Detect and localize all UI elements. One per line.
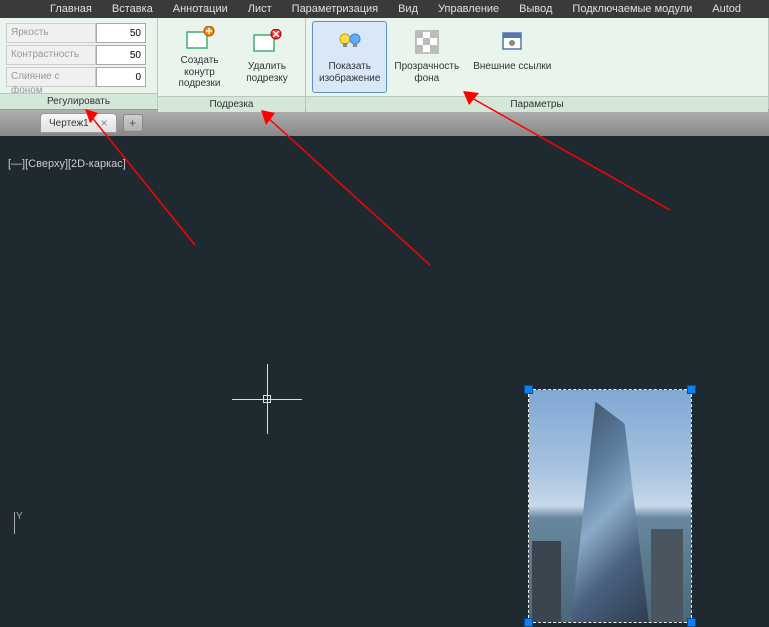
external-refs-label: Внешние ссылки [473, 61, 551, 73]
fade-label: Слияние с фоном [6, 67, 96, 87]
menu-home[interactable]: Главная [40, 1, 102, 17]
remove-clip-button[interactable]: Удалитьподрезку [235, 21, 299, 93]
create-clip-icon [184, 26, 216, 52]
menu-annotations[interactable]: Аннотации [163, 1, 238, 17]
ribbon-group-adjust: Яркость Контрастность Слияние с фоном Ре… [0, 18, 158, 109]
ribbon-group-clip: Создать конутрподрезки Удалитьподрезку П… [158, 18, 306, 109]
view-mode-label[interactable]: [—][Сверху][2D-каркас] [8, 158, 126, 170]
ribbon-group-params-label: Параметры [306, 96, 768, 112]
create-clip-button[interactable]: Создать конутрподрезки [164, 21, 235, 93]
show-image-label: Показатьизображение [319, 61, 380, 84]
image-content [529, 390, 691, 622]
checker-icon [411, 26, 443, 58]
external-refs-button[interactable]: Внешние ссылки [466, 21, 558, 93]
remove-clip-label: Удалитьподрезку [246, 61, 288, 84]
contrast-label: Контрастность [6, 45, 96, 65]
external-refs-icon [496, 26, 528, 58]
remove-clip-icon [251, 26, 283, 58]
grip-top-left[interactable] [524, 385, 533, 394]
menu-sheet[interactable]: Лист [238, 1, 282, 17]
menu-insert[interactable]: Вставка [102, 1, 163, 17]
bg-transparency-button[interactable]: Прозрачностьфона [387, 21, 466, 93]
ribbon: Яркость Контрастность Слияние с фоном Ре… [0, 18, 769, 110]
document-tab-bar: Чертеж1* × + [0, 110, 769, 136]
fade-input[interactable] [96, 67, 146, 87]
menu-view[interactable]: Вид [388, 1, 428, 17]
menu-bar: Главная Вставка Аннотации Лист Параметри… [0, 0, 769, 18]
contrast-input[interactable] [96, 45, 146, 65]
show-image-button[interactable]: Показатьизображение [312, 21, 387, 93]
grip-top-right[interactable] [687, 385, 696, 394]
menu-output[interactable]: Вывод [509, 1, 562, 17]
ribbon-group-adjust-label: Регулировать [0, 93, 157, 109]
menu-parametrize[interactable]: Параметризация [282, 1, 388, 17]
menu-manage[interactable]: Управление [428, 1, 509, 17]
menu-autod[interactable]: Autod [702, 1, 751, 17]
inserted-image[interactable] [528, 389, 692, 623]
create-clip-label: Создать конутрподрезки [171, 55, 228, 90]
menu-plugins[interactable]: Подключаемые модули [562, 1, 702, 17]
brightness-input[interactable] [96, 23, 146, 43]
bg-transparency-label: Прозрачностьфона [394, 61, 459, 84]
grip-bottom-right[interactable] [687, 618, 696, 627]
new-tab-button[interactable]: + [123, 114, 143, 132]
grip-bottom-left[interactable] [524, 618, 533, 627]
drawing-canvas[interactable]: [—][Сверху][2D-каркас] Y [0, 136, 769, 540]
document-tab-label: Чертеж1* [49, 118, 93, 129]
brightness-label: Яркость [6, 23, 96, 43]
ucs-y-label: Y [16, 511, 23, 522]
close-icon[interactable]: × [101, 116, 108, 130]
bulb-icon [334, 26, 366, 58]
ribbon-group-params: Показатьизображение Прозрачностьфона Вне… [306, 18, 769, 109]
ribbon-group-clip-label: Подрезка [158, 96, 305, 112]
document-tab[interactable]: Чертеж1* × [40, 113, 117, 133]
